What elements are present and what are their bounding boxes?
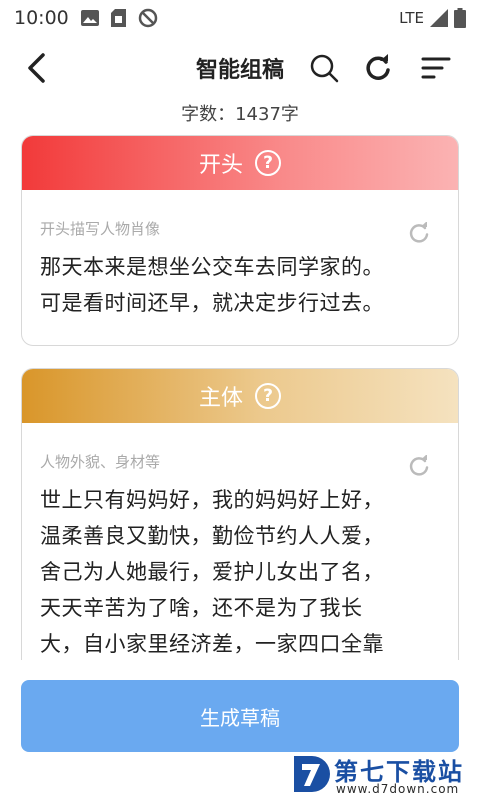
section-header-opening: 开头 ? [22,136,458,190]
content-line: 世上只有妈妈好，我的妈妈好上好， [40,488,384,512]
section-title: 开头 [198,153,243,178]
refresh-icon [366,54,390,80]
network-label: LTE [399,9,424,27]
section-content[interactable]: 那天本来是想坐公交车去同学家的。 可是看时间还早，就决定步行过去。 [40,249,440,321]
status-bar: 10:00 LTE [0,0,480,36]
help-icon[interactable]: ? [255,383,281,409]
sim-card-icon [110,9,126,27]
section-hint: 开头描写人物肖像 [40,220,161,238]
word-count: 字数：1437字 [181,104,299,125]
section-card-body: 主体 ? 人物外貌、身材等 世上只有妈妈好，我的妈妈好上好， 温柔善良又勤快，勤… [21,368,459,660]
content-line: 温柔善良又勤快，勤俭节约人人爱， [40,524,384,548]
section-title: 主体 [198,386,243,411]
toolbar: 智能组稿 [0,40,480,96]
content-line: 那天本来是想坐公交车去同学家的。 [40,255,384,279]
battery-icon [454,8,466,28]
generate-draft-button[interactable]: 生成草稿 [21,680,459,752]
section-header-body: 主体 ? [22,369,458,423]
sort-lines-icon [421,57,451,79]
status-time: 10:00 [14,7,69,29]
search-button[interactable] [306,50,342,86]
watermark-logo: 第七下载站 www.d7down.com [290,752,476,798]
section-content[interactable]: 世上只有妈妈好，我的妈妈好上好， 温柔善良又勤快，勤俭节约人人爱， 舍己为人她最… [40,482,440,660]
section-body: 开头描写人物肖像 那天本来是想坐公交车去同学家的。 可是看时间还早，就决定步行过… [22,190,458,337]
content-line: 大，自小家里经济差，一家四口全靠 [40,632,384,656]
refresh-icon[interactable] [408,455,430,477]
back-button[interactable] [18,48,54,88]
section-hint: 人物外貌、身材等 [40,453,161,471]
do-not-disturb-icon [138,8,158,28]
chevron-left-icon [28,53,45,83]
help-icon[interactable]: ? [255,150,281,176]
content-line: 可是看时间还早，就决定步行过去。 [40,291,384,315]
sort-button[interactable] [418,50,454,86]
section-card-opening: 开头 ? 开头描写人物肖像 那天本来是想坐公交车去同学家的。 可是看时间还早，就… [21,135,459,346]
watermark-url: www.d7down.com [336,782,460,796]
content-line: 天天辛苦为了啥，还不是为了我长 [40,596,363,620]
refresh-icon[interactable] [408,222,430,244]
page-title: 智能组稿 [195,58,284,83]
image-icon [80,10,99,26]
d7-logo-icon [294,756,330,792]
section-body: 人物外貌、身材等 世上只有妈妈好，我的妈妈好上好， 温柔善良又勤快，勤俭节约人人… [22,423,458,660]
signal-icon [430,9,448,27]
search-icon [310,54,339,83]
refresh-button[interactable] [360,50,396,86]
content-line: 舍己为人她最行，爱护儿女出了名， [40,560,384,584]
